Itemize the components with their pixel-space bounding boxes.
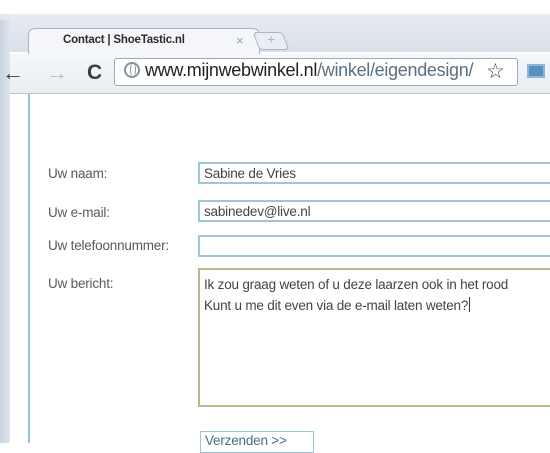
message-line: Ik zou graag weten of u deze laarzen ook… bbox=[204, 277, 509, 292]
text-cursor bbox=[469, 297, 471, 312]
extension-icon[interactable] bbox=[527, 64, 545, 78]
browser-window: Contact | ShoeTastic.nl × + ← → C www.mi… bbox=[0, 0, 550, 453]
message-textarea[interactable]: Ik zou graag weten of u deze laarzen ook… bbox=[198, 268, 550, 407]
plus-icon: + bbox=[267, 31, 276, 47]
forward-arrow-icon[interactable]: → bbox=[46, 62, 68, 84]
message-line-text: Kunt u me dit even via de e-mail laten w… bbox=[204, 298, 469, 313]
name-label: Uw naam: bbox=[48, 166, 108, 181]
email-field[interactable]: sabinedev@live.nl bbox=[198, 200, 550, 222]
email-label: Uw e-mail: bbox=[48, 205, 110, 220]
reload-icon[interactable]: C bbox=[87, 62, 102, 84]
star-icon[interactable]: ☆ bbox=[486, 59, 505, 84]
tab-close-icon[interactable]: × bbox=[236, 33, 244, 48]
name-field[interactable]: Sabine de Vries bbox=[198, 162, 550, 184]
tab-title: Contact | ShoeTastic.nl bbox=[63, 34, 185, 46]
page-border bbox=[28, 94, 30, 443]
back-arrow-icon[interactable]: ← bbox=[2, 62, 24, 84]
url-text[interactable]: www.mijnwebwinkel.nl/winkel/eigendesign/ bbox=[145, 60, 485, 81]
phone-label: Uw telefoonnummer: bbox=[48, 238, 169, 253]
phone-field[interactable] bbox=[198, 235, 550, 257]
url-host: www.mijnwebwinkel.nl bbox=[145, 60, 318, 80]
globe-icon bbox=[124, 62, 140, 78]
submit-button[interactable]: Verzenden >> bbox=[200, 431, 314, 453]
message-line: Kunt u me dit even via de e-mail laten w… bbox=[204, 295, 550, 316]
url-path: /winkel/eigendesign/ bbox=[317, 60, 474, 80]
tab-active[interactable]: Contact | ShoeTastic.nl × bbox=[28, 28, 260, 54]
message-label: Uw bericht: bbox=[48, 276, 114, 291]
